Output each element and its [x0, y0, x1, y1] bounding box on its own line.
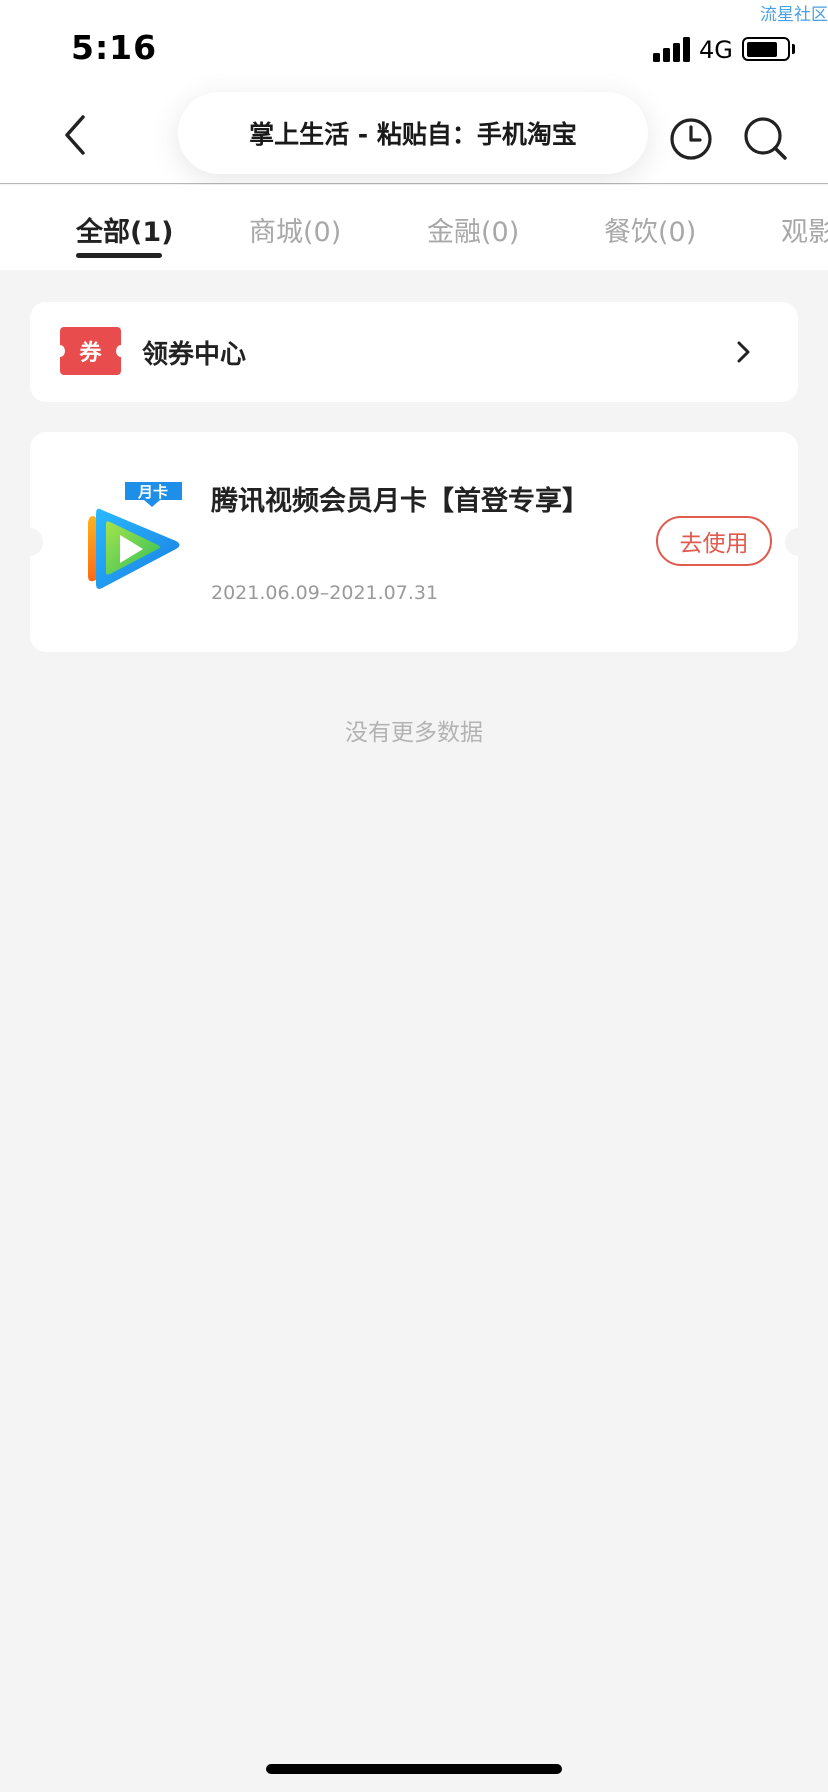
tab-mall[interactable]: 商城(0) — [249, 210, 341, 249]
voucher-card: 月卡 腾讯视频会员月卡【首登专享】 2021.06.09–2021.07.31 … — [17, 432, 811, 652]
coupon-center-label: 领券中心 — [142, 340, 247, 370]
coupon-list-page: 5:16 流星社区 4G 掌上生活 - 粘贴自：手机淘宝 全部(1) 商城(0)… — [0, 0, 828, 1792]
status-time: 5:16 — [71, 28, 158, 67]
active-tab-indicator — [76, 253, 162, 258]
no-more-data-text: 没有更多数据 — [345, 720, 483, 746]
watermark-text: 流星社区 — [760, 5, 828, 25]
network-type: 4G — [699, 36, 733, 64]
search-button[interactable] — [743, 116, 789, 162]
back-button[interactable] — [50, 110, 100, 160]
tab-all[interactable]: 全部(1) — [76, 210, 173, 249]
history-button[interactable] — [668, 116, 714, 162]
logo-badge-text: 月卡 — [137, 483, 168, 501]
search-icon — [744, 117, 787, 160]
tab-dining[interactable]: 餐饮(0) — [604, 210, 696, 249]
status-bar: 5:16 流星社区 4G — [0, 0, 828, 92]
clock-icon — [670, 118, 712, 160]
category-tabs: 全部(1) 商城(0) 金融(0) 餐饮(0) 观影 — [0, 185, 828, 270]
coupon-center-row[interactable]: 券 领券中心 — [30, 302, 798, 402]
chevron-right-icon — [737, 341, 750, 363]
tencent-video-icon: 月卡 — [88, 482, 182, 589]
tab-finance[interactable]: 金融(0) — [427, 210, 519, 249]
chevron-left-icon — [65, 115, 85, 155]
voucher-title: 腾讯视频会员月卡【首登专享】 — [211, 486, 589, 517]
use-voucher-button[interactable]: 去使用 — [656, 516, 772, 566]
nav-bar: 掌上生活 - 粘贴自：手机淘宝 — [0, 92, 828, 184]
home-indicator[interactable] — [266, 1764, 562, 1774]
signal-icon — [653, 36, 691, 62]
battery-cap — [792, 44, 795, 54]
card-notch-right — [785, 528, 811, 556]
card-notch-left — [17, 528, 43, 556]
voucher-date-range: 2021.06.09–2021.07.31 — [211, 582, 439, 604]
coupon-ticket-icon: 券 — [55, 327, 126, 375]
page-title: 掌上生活 - 粘贴自：手机淘宝 — [249, 120, 577, 149]
nav-title-container: 掌上生活 - 粘贴自：手机淘宝 — [178, 92, 648, 174]
battery-icon — [742, 37, 790, 61]
tab-movies[interactable]: 观影 — [781, 210, 828, 249]
